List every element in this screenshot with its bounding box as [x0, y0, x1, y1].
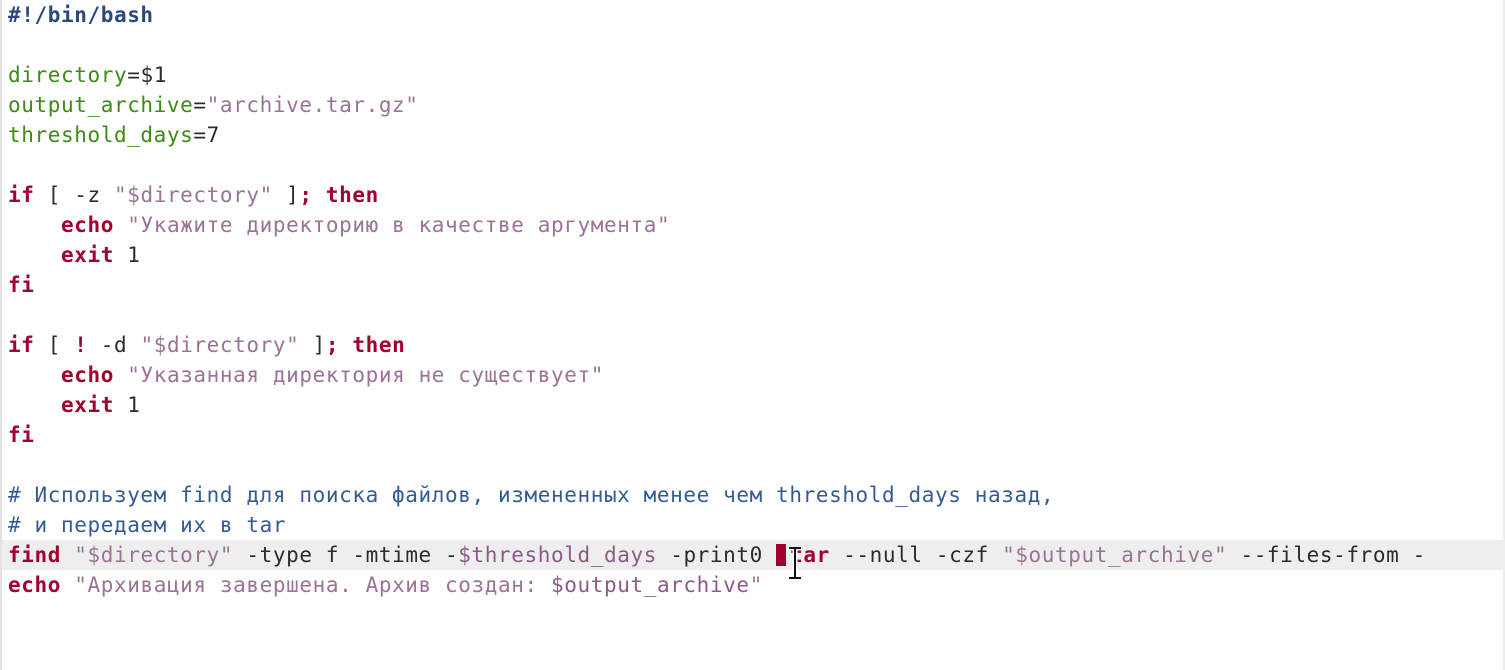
code-editor[interactable]: #!/bin/bash​directory=$1output_archive="…	[0, 0, 1505, 670]
code-line[interactable]: ​	[8, 150, 1505, 180]
code-token: ;	[325, 333, 340, 357]
code-token: "Архивация завершена. Архив создан:	[74, 573, 551, 597]
code-token: -d	[87, 333, 141, 357]
code-line[interactable]: # и передаем их в tar	[8, 510, 1505, 540]
code-token: "$output_archive"	[1002, 543, 1228, 567]
code-token: echo	[60, 213, 114, 237]
code-token: ;	[299, 183, 313, 207]
code-token: [	[34, 333, 75, 357]
code-token: --files-from -	[1227, 543, 1426, 567]
code-line[interactable]: echo "Укажите директорию в качестве аргу…	[8, 210, 1505, 240]
code-token: -print0	[656, 543, 777, 567]
code-token: "$directory"	[74, 543, 234, 567]
code-token: =7	[193, 123, 220, 147]
code-token: directory	[8, 63, 128, 87]
code-token: if	[8, 333, 35, 357]
code-token: echo	[8, 573, 61, 597]
code-token: $threshold_days	[458, 543, 657, 567]
code-line[interactable]: fi	[8, 270, 1505, 300]
code-line[interactable]: # Используем find для поиска файлов, изм…	[8, 480, 1505, 510]
code-token: exit	[60, 243, 114, 267]
code-token: 1	[113, 243, 141, 267]
code-line[interactable]: exit 1	[8, 390, 1505, 420]
code-token: "$directory"	[113, 183, 273, 207]
code-token: # и передаем их в tar	[8, 513, 287, 537]
code-token: -type f -mtime -	[233, 543, 459, 567]
code-token: =	[193, 93, 207, 117]
code-token: echo	[60, 363, 114, 387]
code-line[interactable]: ​	[8, 30, 1505, 60]
code-token: ]	[272, 183, 300, 207]
code-line[interactable]: ​	[8, 450, 1505, 480]
code-token: find	[8, 543, 61, 567]
code-line[interactable]: find "$directory" -type f -mtime -$thres…	[2, 540, 1505, 570]
code-token: if	[8, 183, 35, 207]
code-line[interactable]: #!/bin/bash	[8, 0, 1505, 30]
code-token: 1	[113, 393, 141, 417]
code-token: then	[352, 333, 406, 357]
code-token: "	[749, 573, 763, 597]
code-line[interactable]: exit 1	[8, 240, 1505, 270]
code-line[interactable]: ​	[8, 300, 1505, 330]
code-token: =$1	[127, 63, 167, 87]
ibeam-cursor-icon	[788, 547, 802, 579]
code-token: "archive.tar.gz"	[206, 93, 419, 117]
code-token: !	[74, 333, 88, 357]
code-token: "$directory"	[140, 333, 300, 357]
code-token: then	[325, 183, 379, 207]
code-token: output_archive	[8, 93, 194, 117]
code-line[interactable]: directory=$1	[8, 60, 1505, 90]
code-token: fi	[8, 423, 35, 447]
code-line[interactable]: if [ -z "$directory" ]; then	[8, 180, 1505, 210]
code-token: [ -z	[34, 183, 114, 207]
code-token: exit	[60, 393, 114, 417]
code-token: $output_archive	[551, 573, 750, 597]
code-token: # Используем find для поиска файлов, изм…	[8, 483, 1055, 507]
code-token: threshold_days	[8, 123, 194, 147]
code-token: "Указанная директория не существует"	[127, 363, 604, 387]
text-caret	[776, 544, 787, 566]
code-token: "Укажите директорию в качестве аргумента…	[127, 213, 671, 237]
code-line[interactable]: output_archive="archive.tar.gz"	[8, 90, 1505, 120]
code-line[interactable]: threshold_days=7	[8, 120, 1505, 150]
code-line[interactable]: echo "Архивация завершена. Архив создан:…	[8, 570, 1505, 600]
code-line[interactable]: echo "Указанная директория не существует…	[8, 360, 1505, 390]
code-text-area[interactable]: #!/bin/bash​directory=$1output_archive="…	[2, 0, 1505, 600]
code-line[interactable]: fi	[8, 420, 1505, 450]
code-token: #!/bin/bash	[8, 3, 154, 27]
code-token: fi	[8, 273, 35, 297]
code-token: --null -czf	[829, 543, 1003, 567]
code-token: ]	[299, 333, 326, 357]
code-line[interactable]: if [ ! -d "$directory" ]; then	[8, 330, 1505, 360]
